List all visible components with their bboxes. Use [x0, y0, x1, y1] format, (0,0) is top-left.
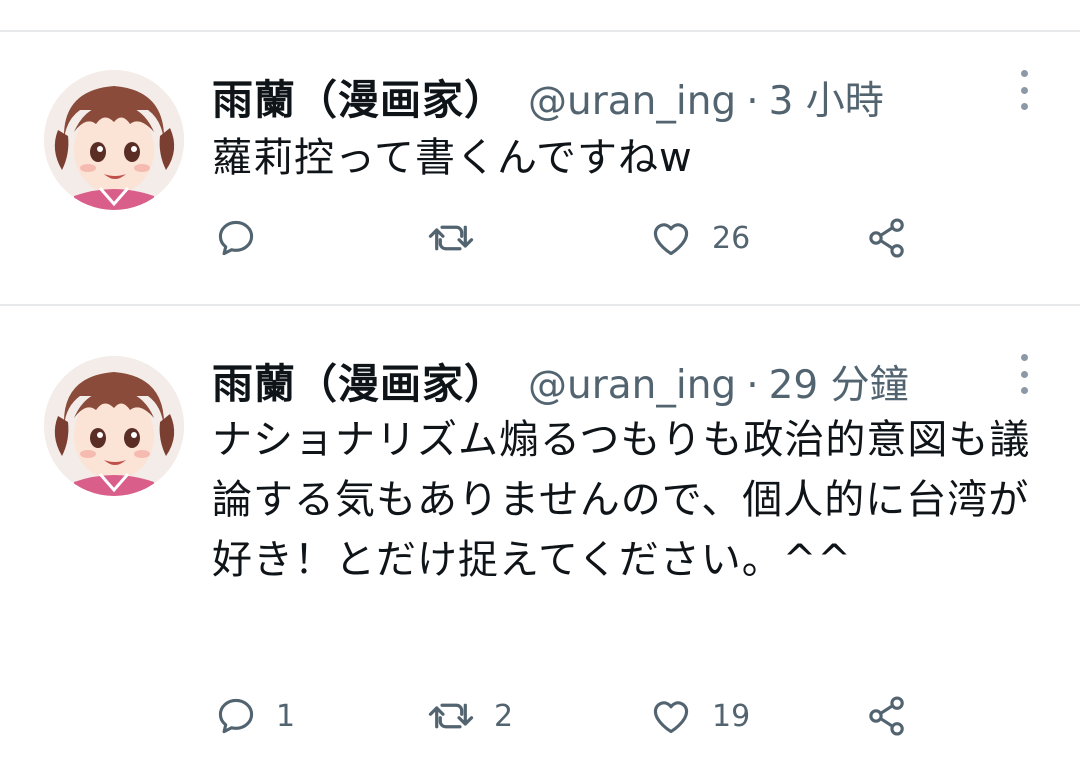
retweet-count: 2	[494, 698, 514, 734]
avatar[interactable]	[44, 70, 184, 210]
more-icon[interactable]	[1012, 352, 1036, 396]
timestamp[interactable]: 3 小時	[769, 70, 884, 126]
timestamp[interactable]: 29 分鐘	[769, 354, 909, 410]
more-dot	[1020, 370, 1028, 378]
retweet-icon	[428, 225, 474, 251]
retweet-button[interactable]: 2	[426, 694, 513, 738]
more-dot	[1020, 70, 1028, 77]
separator: ·	[746, 79, 759, 124]
tweet-header: 雨蘭（漫画家） @uran_ing · 3 小時	[212, 66, 884, 124]
action-bar: 1 2 19	[214, 694, 934, 738]
display-name[interactable]: 雨蘭（漫画家）	[212, 350, 506, 410]
more-dot	[1020, 86, 1028, 94]
tweet-header: 雨蘭（漫画家） @uran_ing · 29 分鐘	[212, 350, 909, 408]
more-dot	[1020, 387, 1028, 394]
like-count: 26	[712, 220, 751, 256]
reply-icon	[218, 698, 254, 734]
reply-button[interactable]	[214, 216, 276, 260]
like-button[interactable]: 19	[648, 694, 750, 738]
more-dot	[1020, 354, 1028, 361]
reply-button[interactable]: 1	[214, 694, 295, 738]
share-button[interactable]	[864, 694, 910, 738]
like-count: 19	[712, 698, 751, 734]
like-button[interactable]: 26	[648, 216, 750, 260]
reply-count: 1	[276, 698, 296, 734]
handle[interactable]: @uran_ing	[528, 79, 736, 124]
share-icon	[869, 696, 904, 736]
retweet-button[interactable]	[426, 216, 494, 260]
handle[interactable]: @uran_ing	[528, 363, 736, 408]
avatar-illustration	[44, 356, 184, 496]
tweet-text: ナショナリズム煽るつもりも政治的意図も議論する気もありませんので、個人的に台湾が…	[212, 417, 1031, 583]
like-icon	[653, 701, 689, 734]
separator: ·	[746, 363, 759, 408]
timeline: 雨蘭（漫画家） @uran_ing · 3 小時 蘿莉控って書くんですねw 26…	[0, 0, 1080, 759]
like-icon	[653, 223, 689, 256]
top-divider	[0, 30, 1080, 32]
reply-icon	[218, 220, 254, 256]
display-name[interactable]: 雨蘭（漫画家）	[212, 66, 506, 126]
avatar-illustration	[44, 70, 184, 210]
action-bar: 26	[214, 216, 934, 260]
more-dot	[1020, 103, 1028, 110]
tweet-text: 蘿莉控って書くんですねw	[212, 135, 693, 181]
share-button[interactable]	[864, 216, 910, 260]
retweet-icon	[428, 703, 474, 729]
share-icon	[869, 218, 904, 258]
avatar[interactable]	[44, 356, 184, 496]
more-icon[interactable]	[1012, 68, 1036, 112]
tweet-divider	[0, 304, 1080, 306]
